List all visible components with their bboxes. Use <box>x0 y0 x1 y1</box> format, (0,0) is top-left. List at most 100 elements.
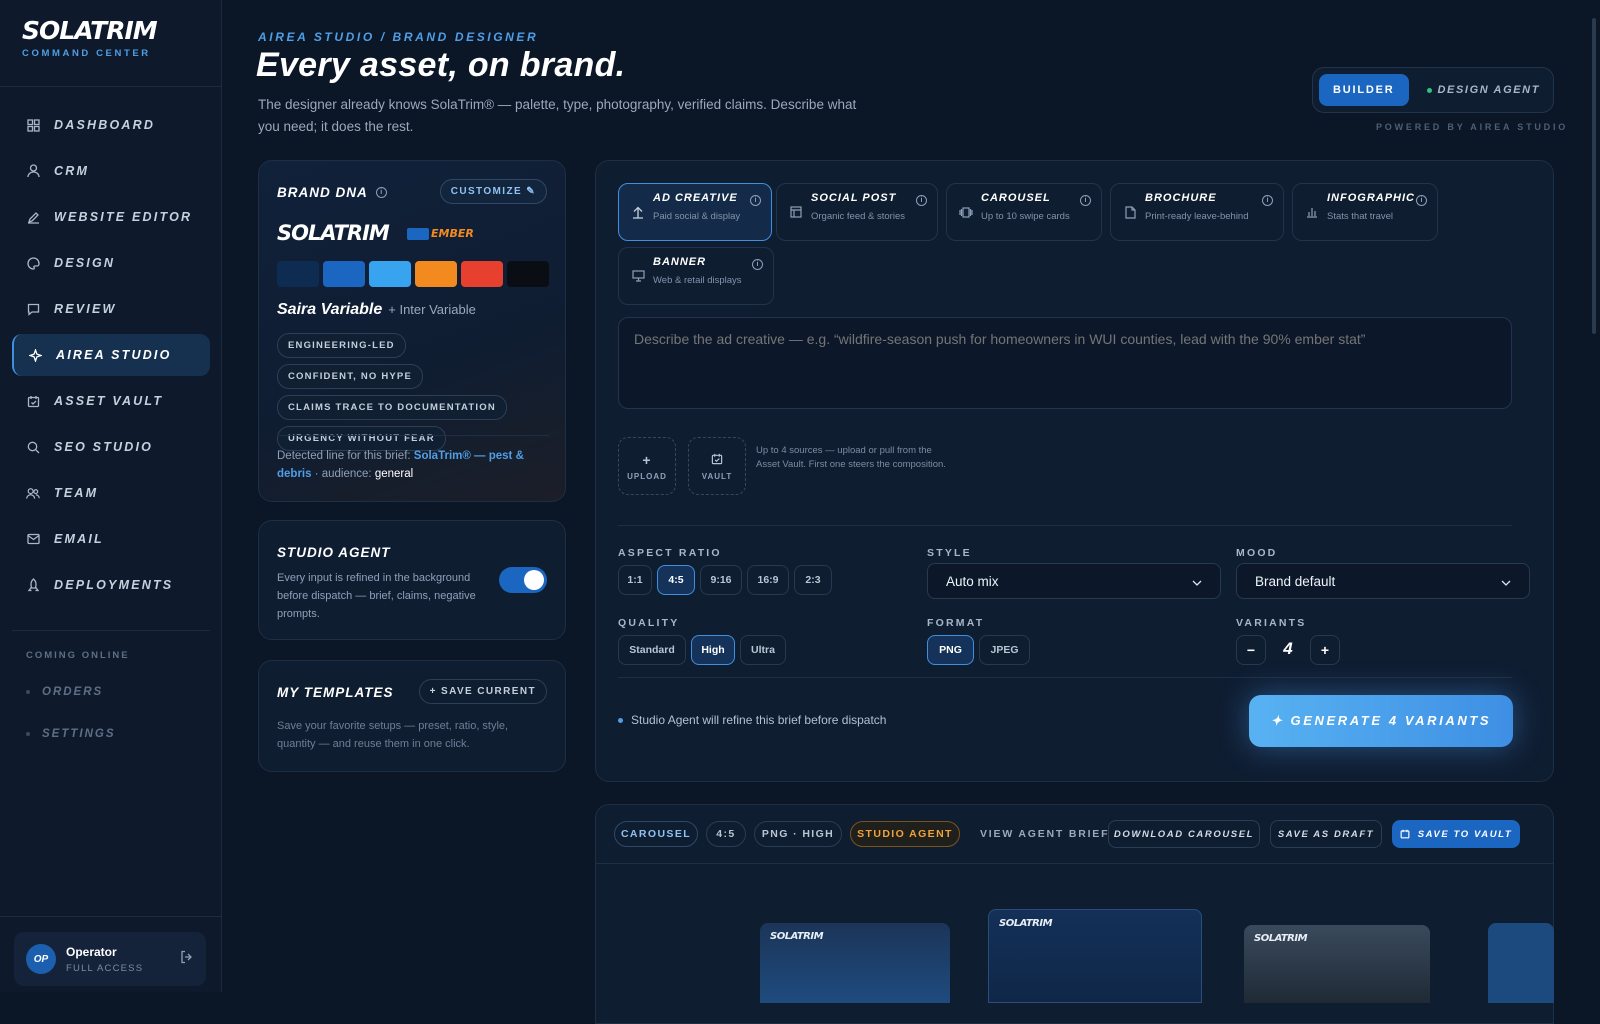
upload-button[interactable]: + UPLOAD <box>618 437 676 495</box>
type-ad-creative[interactable]: AD CREATIVE Paid social & display i <box>618 183 772 241</box>
sidebar-item-settings: SETTINGS <box>26 728 116 740</box>
result-thumbnail[interactable]: SOLATRIM <box>1244 925 1430 1003</box>
sidebar-item-email[interactable]: EMAIL <box>12 518 210 560</box>
logout-icon[interactable] <box>180 950 194 969</box>
ember-badge-icon <box>407 227 429 240</box>
save-draft-button[interactable]: SAVE AS DRAFT <box>1270 820 1382 848</box>
view-agent-brief-link[interactable]: VIEW AGENT BRIEF <box>980 828 1109 840</box>
builder-mode-button[interactable]: BUILDER <box>1319 74 1409 106</box>
team-icon <box>26 486 40 500</box>
sidebar-item-label: SETTINGS <box>42 728 116 740</box>
type-infographic[interactable]: INFOGRAPHIC Stats that travel i <box>1292 183 1438 241</box>
save-to-vault-label: SAVE TO VAULT <box>1417 828 1513 840</box>
type-banner[interactable]: BANNER Web & retail displays i <box>618 247 774 305</box>
sidebar-item-asset-vault[interactable]: ASSET VAULT <box>12 380 210 422</box>
type-brochure[interactable]: BROCHURE Print-ready leave-behind i <box>1110 183 1284 241</box>
thumbnail-logo: SOLATRIM <box>770 931 824 942</box>
sidebar-item-seo-studio[interactable]: SEO STUDIO <box>12 426 210 468</box>
type-title: INFOGRAPHIC <box>1327 192 1415 204</box>
mood-value: Brand default <box>1255 573 1336 589</box>
result-thumbnail[interactable]: SOLATRIM <box>760 923 950 1003</box>
brief-input[interactable] <box>618 317 1512 409</box>
brand-dna-header: BRAND DNA i <box>277 185 387 200</box>
save-to-vault-button[interactable]: SAVE TO VAULT <box>1392 820 1520 848</box>
voice-tag: CONFIDENT, NO HYPE <box>277 364 423 389</box>
result-thumbnail[interactable]: SOLATRIM <box>988 909 1202 1003</box>
quality-ultra[interactable]: Ultra <box>740 635 786 665</box>
aspect-9-16[interactable]: 9:16 <box>700 565 742 595</box>
sidebar-item-design[interactable]: DESIGN <box>12 242 210 284</box>
logo-subtitle: COMMAND CENTER <box>22 48 151 59</box>
generate-button[interactable]: ✦ GENERATE 4 VARIANTS <box>1249 695 1513 747</box>
info-icon[interactable]: i <box>752 259 763 270</box>
sidebar-item-label: DESIGN <box>54 256 116 270</box>
layout-icon <box>789 205 803 219</box>
refine-note: Studio Agent will refine this brief befo… <box>618 713 886 727</box>
sidebar-item-label: SEO STUDIO <box>54 440 154 454</box>
sidebar-item-website-editor[interactable]: WEBSITE EDITOR <box>12 196 210 238</box>
type-title: AD CREATIVE <box>653 192 738 204</box>
type-social-post[interactable]: SOCIAL POST Organic feed & stories i <box>776 183 938 241</box>
quality-standard[interactable]: Standard <box>618 635 686 665</box>
toggle-knob <box>524 570 544 590</box>
scrollbar[interactable] <box>1592 18 1596 334</box>
bar-chart-icon <box>1305 205 1319 219</box>
result-thumbnail[interactable] <box>1488 923 1554 1003</box>
info-icon[interactable]: i <box>916 195 927 206</box>
studio-agent-toggle[interactable] <box>499 567 547 593</box>
info-icon[interactable]: i <box>1080 195 1091 206</box>
format-jpeg[interactable]: JPEG <box>979 635 1030 665</box>
refine-text: Studio Agent will refine this brief befo… <box>631 713 887 727</box>
color-swatch[interactable] <box>507 261 549 287</box>
status-dot-icon <box>1426 87 1432 93</box>
decrement-button[interactable]: − <box>1236 635 1266 665</box>
vault-button[interactable]: VAULT <box>688 437 746 495</box>
type-subtitle: Print-ready leave-behind <box>1145 211 1249 222</box>
increment-button[interactable]: + <box>1310 635 1340 665</box>
type-carousel[interactable]: CAROUSEL Up to 10 swipe cards i <box>946 183 1102 241</box>
quality-high[interactable]: High <box>691 635 735 665</box>
info-icon[interactable]: i <box>750 195 761 206</box>
info-icon[interactable]: i <box>1416 195 1427 206</box>
save-template-button[interactable]: + SAVE CURRENT <box>418 679 547 704</box>
color-swatch[interactable] <box>461 261 503 287</box>
color-swatch[interactable] <box>369 261 411 287</box>
sidebar-item-crm[interactable]: CRM <box>12 150 210 192</box>
style-select[interactable]: Auto mix <box>927 563 1221 599</box>
page-description: The designer already knows SolaTrim® — p… <box>258 97 857 134</box>
avatar: OP <box>26 944 56 974</box>
sidebar-item-dashboard[interactable]: DASHBOARD <box>12 104 210 146</box>
type-title: BROCHURE <box>1145 192 1217 204</box>
result-chip-format: PNG · HIGH <box>754 821 842 847</box>
studio-agent-card: STUDIO AGENT Every input is refined in t… <box>258 520 566 640</box>
aspect-1-1[interactable]: 1:1 <box>618 565 652 595</box>
sidebar-item-deployments[interactable]: DEPLOYMENTS <box>12 564 210 606</box>
aspect-16-9[interactable]: 16:9 <box>747 565 789 595</box>
sidebar-item-label: DEPLOYMENTS <box>54 578 174 592</box>
operator-role: FULL ACCESS <box>66 962 144 974</box>
info-icon[interactable]: i <box>375 187 387 198</box>
coming-online-label: COMING ONLINE <box>26 650 130 661</box>
plus-icon: + <box>642 451 652 468</box>
color-palette <box>277 261 553 287</box>
color-swatch[interactable] <box>323 261 365 287</box>
brand-logo[interactable]: SOLATRIM COMMAND CENTER <box>22 16 158 59</box>
customize-button[interactable]: CUSTOMIZE ✎ <box>439 179 547 204</box>
vault-label: VAULT <box>701 471 733 481</box>
info-icon[interactable]: i <box>1262 195 1273 206</box>
main-area: AIREA STUDIO / BRAND DESIGNER Every asse… <box>222 0 1600 1024</box>
sidebar-item-review[interactable]: REVIEW <box>12 288 210 330</box>
format-png[interactable]: PNG <box>927 635 974 665</box>
aspect-4-5[interactable]: 4:5 <box>657 565 695 595</box>
sidebar-item-airea-studio[interactable]: AIREA STUDIO <box>12 334 210 376</box>
color-swatch[interactable] <box>277 261 319 287</box>
sidebar-item-team[interactable]: TEAM <box>12 472 210 514</box>
color-swatch[interactable] <box>415 261 457 287</box>
operator-info: Operator FULL ACCESS <box>66 945 143 974</box>
variants-label: VARIANTS <box>1236 617 1307 629</box>
design-agent-mode-button[interactable]: DESIGN AGENT <box>1426 84 1541 96</box>
studio-agent-title: STUDIO AGENT <box>277 545 391 560</box>
download-carousel-button[interactable]: DOWNLOAD CAROUSEL <box>1108 820 1260 848</box>
aspect-2-3[interactable]: 2:3 <box>794 565 832 595</box>
mood-select[interactable]: Brand default <box>1236 563 1530 599</box>
